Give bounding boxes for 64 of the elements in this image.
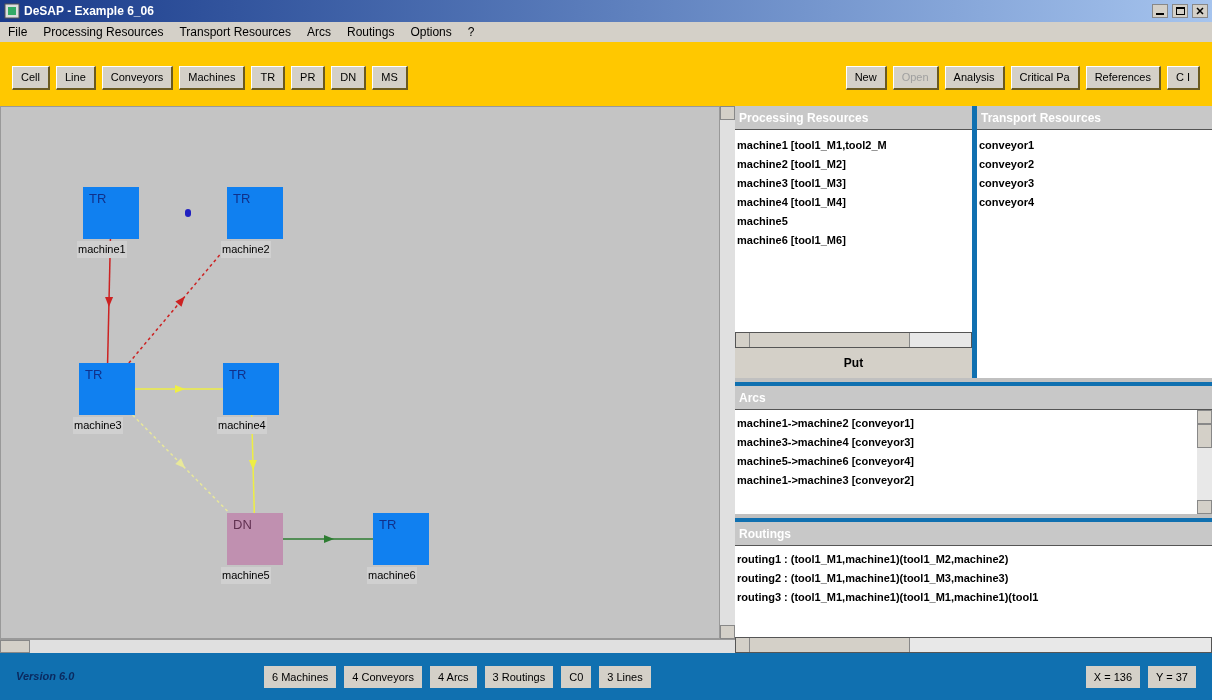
status-field: 6 Machines	[264, 665, 337, 688]
status-field: 3 Lines	[599, 665, 651, 688]
status-field: 4 Conveyors	[344, 665, 423, 688]
menu-item[interactable]: Options	[410, 23, 452, 41]
list-item[interactable]: machine4 [tool1_M4]	[735, 193, 972, 212]
toolbar-button[interactable]: MS	[372, 66, 408, 90]
list-item[interactable]: machine3 [tool1_M3]	[735, 174, 972, 193]
menu-item[interactable]: File	[8, 23, 28, 41]
list-item[interactable]: machine6 [tool1_M6]	[735, 231, 972, 250]
status-field: 4 Arcs	[430, 665, 477, 688]
close-button[interactable]	[1192, 4, 1208, 18]
menu-item[interactable]: Routings	[347, 23, 395, 41]
toolbar-button[interactable]: Cell	[12, 66, 50, 90]
toolbar-button[interactable]: Critical Pa	[1010, 66, 1080, 90]
toolbar-button[interactable]: Machines	[179, 66, 246, 90]
node-box[interactable]: DN	[227, 513, 283, 565]
status-field: 3 Routings	[484, 665, 554, 688]
list-item[interactable]: machine1->machine2 [conveyor1]	[735, 414, 1197, 433]
list-item[interactable]: routing2 : (tool1_M1,machine1)(tool1_M3,machine3)	[735, 569, 1212, 588]
list-item[interactable]: machine2 [tool1_M2]	[735, 155, 972, 174]
toolbar-button[interactable]: C I	[1166, 66, 1200, 90]
y-coordinate: Y = 37	[1148, 665, 1196, 688]
menu-item[interactable]: Processing Resources	[43, 23, 164, 41]
node-label: machine3	[73, 417, 123, 434]
maximize-button[interactable]	[1172, 4, 1188, 18]
node-label: machine5	[221, 567, 271, 584]
close-icon	[1196, 7, 1204, 15]
vertical-scrollbar[interactable]	[1197, 410, 1212, 514]
menu-item[interactable]: ?	[467, 23, 475, 41]
x-coordinate: X = 136	[1085, 665, 1141, 688]
toolbar-button[interactable]: Line	[55, 66, 96, 90]
list-item[interactable]: machine5->machine6 [conveyor4]	[735, 452, 1197, 471]
status-field: C0	[561, 665, 592, 688]
menu-item[interactable]: Arcs	[307, 23, 331, 41]
node-label: machine1	[77, 241, 127, 258]
list-item[interactable]: conveyor4	[977, 193, 1212, 212]
window-title: DeSAP - Example 6_06	[24, 3, 154, 20]
toolbar-button[interactable]: References	[1085, 66, 1161, 90]
list-item[interactable]: machine1 [tool1_M1,tool2_M	[735, 136, 972, 155]
minimize-button[interactable]	[1152, 4, 1168, 18]
menu-item[interactable]: Transport Resources	[179, 23, 291, 41]
list-item[interactable]: routing1 : (tool1_M1,machine1)(tool1_M2,machine2)	[735, 550, 1212, 569]
horizontal-scrollbar[interactable]	[0, 639, 735, 653]
toolbar-button[interactable]: New	[845, 66, 887, 90]
toolbar-button[interactable]: DN	[331, 66, 367, 90]
list-item[interactable]: routing3 : (tool1_M1,machine1)(tool1_M1,machine1)(tool1	[735, 588, 1212, 607]
vertical-scrollbar[interactable]	[720, 106, 735, 639]
horizontal-scrollbar[interactable]	[735, 637, 1212, 653]
list-item[interactable]: conveyor3	[977, 174, 1212, 193]
node-label: machine2	[221, 241, 271, 258]
list-item[interactable]: machine1->machine3 [conveyor2]	[735, 471, 1197, 490]
toolbar-button[interactable]: Conveyors	[101, 66, 174, 90]
list-item[interactable]: machine3->machine4 [conveyor3]	[735, 433, 1197, 452]
horizontal-scrollbar[interactable]	[735, 332, 972, 348]
toolbar-button[interactable]: Analysis	[944, 66, 1005, 90]
list-item[interactable]: conveyor2	[977, 155, 1212, 174]
node-label: machine4	[217, 417, 267, 434]
node-label: machine6	[367, 567, 417, 584]
toolbar-button[interactable]: PR	[291, 66, 326, 90]
app-icon	[4, 3, 20, 19]
list-item[interactable]: machine5	[735, 212, 972, 231]
toolbar-button[interactable]: TR	[251, 66, 286, 90]
list-item[interactable]: conveyor1	[977, 136, 1212, 155]
version-label: Version 6.0	[16, 669, 76, 685]
